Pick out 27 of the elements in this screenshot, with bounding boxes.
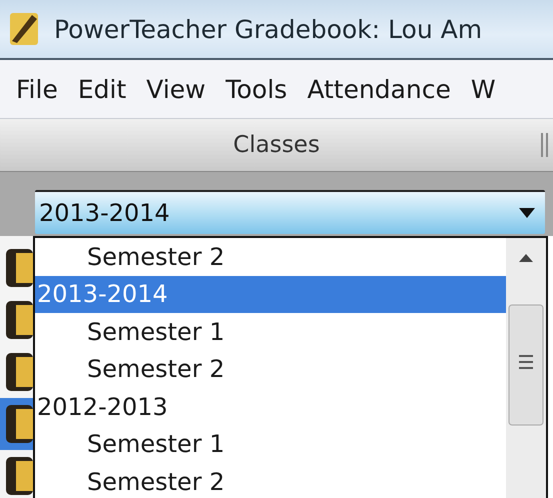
menu-item[interactable]: W (470, 74, 496, 104)
scroll-up-icon[interactable] (519, 254, 533, 262)
caret-icon (519, 208, 535, 218)
term-dropdown[interactable]: 2013-2014 (35, 190, 545, 234)
menu-item[interactable]: File (16, 74, 58, 104)
window-title: PowerTeacher Gradebook: Lou Am (54, 14, 482, 44)
scrollbar[interactable] (506, 238, 546, 498)
folder-icon (6, 301, 33, 339)
menu-item[interactable]: View (146, 74, 206, 104)
dropdown-option[interactable]: Semester 2 (35, 350, 506, 388)
class-row[interactable] (0, 398, 33, 450)
panel-title: Classes (233, 132, 320, 158)
menu-item[interactable]: Edit (78, 74, 126, 104)
folder-icon (6, 249, 33, 287)
dropdown-option[interactable]: Semester 1 (35, 426, 506, 463)
folder-icon (6, 457, 33, 495)
folder-icon (6, 353, 33, 391)
menu-item[interactable]: Attendance (307, 74, 451, 104)
folder-icon (6, 405, 33, 443)
dropdown-option[interactable]: Semester 2 (35, 463, 506, 498)
dropdown-option[interactable]: Semester 2 (35, 238, 506, 276)
dropdown-option[interactable]: Semester 1 (35, 313, 506, 350)
dropdown-option[interactable]: 2012-2013 (35, 388, 506, 426)
dropdown-option[interactable]: 2013-2014 (35, 276, 506, 313)
grip-icon[interactable] (541, 133, 549, 157)
scroll-thumb[interactable] (508, 304, 544, 426)
menu-item[interactable]: Tools (226, 74, 288, 104)
